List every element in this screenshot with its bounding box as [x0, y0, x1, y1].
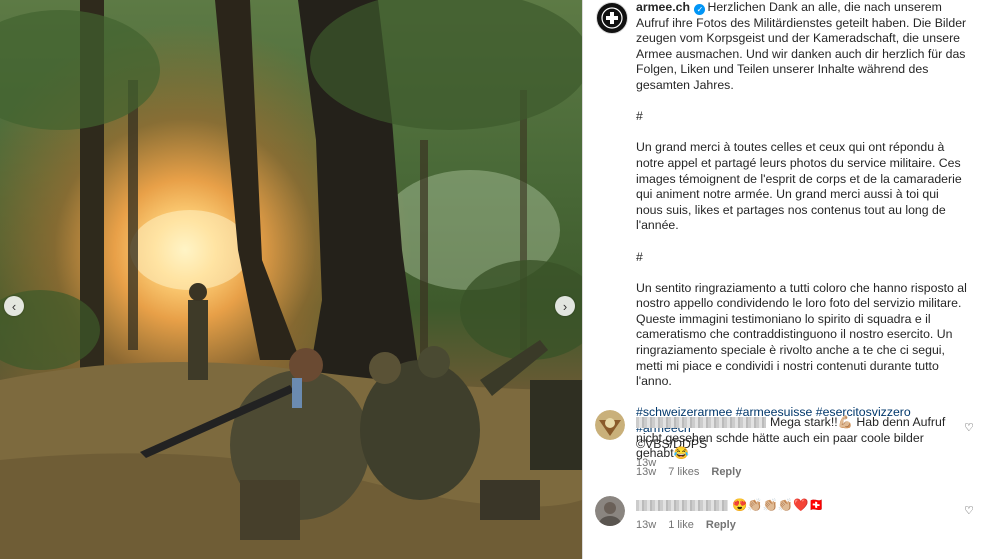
chevron-right-icon: › [562, 298, 568, 314]
comment-age: 13w [636, 519, 657, 531]
post-username[interactable]: armee.ch [636, 0, 690, 14]
post-caption: armee.ch ✓ Herzlichen Dank an alle, die n… [636, 0, 968, 472]
caption-separator-2: # [636, 249, 643, 264]
comment-username-blurred[interactable] [636, 417, 766, 429]
reply-button[interactable]: Reply [706, 519, 736, 531]
forest-scene [0, 0, 582, 559]
swiss-cross-icon [601, 7, 623, 29]
comment-avatar[interactable] [595, 496, 625, 526]
caption-french: Un grand merci à toutes celles et ceux q… [636, 140, 966, 233]
reply-button[interactable]: Reply [711, 466, 741, 478]
comment-text: 😍👏🏼👏🏼👏🏼❤️🇨🇭 [732, 498, 824, 512]
heart-icon[interactable]: ♡ [964, 504, 974, 517]
comment-1: Mega stark!!💪🏼 Hab denn Aufruf nicht ges… [636, 415, 956, 462]
comment-username-blurred[interactable] [636, 500, 728, 512]
verified-badge-icon: ✓ [694, 4, 706, 15]
comment-avatar[interactable] [595, 410, 625, 440]
heart-icon[interactable]: ♡ [964, 421, 974, 434]
comment-2-meta: 13w 1 like Reply [636, 519, 748, 531]
caption-separator-1: # [636, 109, 643, 124]
post-photo [0, 0, 582, 559]
caption-italian: Un sentito ringraziamento a tutti coloro… [636, 280, 967, 389]
comment-2: 😍👏🏼👏🏼👏🏼❤️🇨🇭 [636, 498, 956, 514]
comment-1-meta: 13w 7 likes Reply [636, 466, 753, 478]
armee-avatar[interactable] [596, 2, 628, 34]
next-image-button[interactable]: › [555, 296, 575, 316]
comment-likes[interactable]: 7 likes [668, 466, 699, 478]
comment-likes[interactable]: 1 like [668, 519, 694, 531]
chevron-left-icon: ‹ [11, 298, 17, 314]
comment-age: 13w [636, 466, 657, 478]
previous-image-button[interactable]: ‹ [4, 296, 24, 316]
